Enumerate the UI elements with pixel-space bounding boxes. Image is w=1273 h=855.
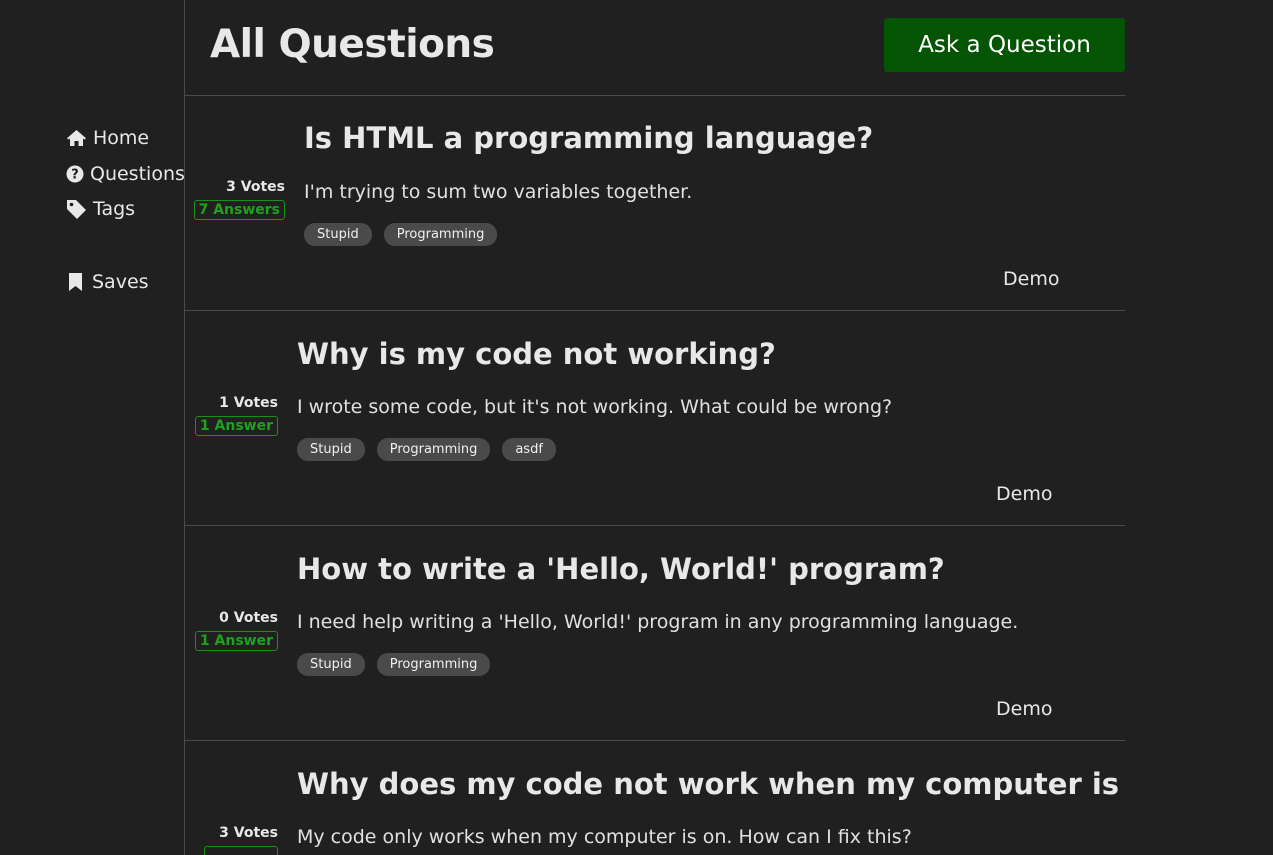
- question-stats: 1 Votes 1 Answer: [194, 395, 278, 436]
- sidebar: Home ? Questions Tags Saves: [0, 0, 185, 855]
- question-circle-icon: ?: [66, 165, 84, 183]
- question-card: 3 Votes 7 Answers Is HTML a programming …: [185, 96, 1125, 311]
- question-excerpt: I wrote some code, but it's not working.…: [297, 396, 893, 418]
- question-title[interactable]: Is HTML a programming language?: [304, 121, 873, 155]
- main-content: All Questions Ask a Question 3 Votes 7 A…: [185, 0, 1125, 855]
- sidebar-item-label: Home: [93, 127, 150, 149]
- sidebar-item-tags[interactable]: Tags: [66, 198, 135, 220]
- tag-pill[interactable]: asdf: [502, 438, 556, 461]
- tag-list: Stupid Programming: [297, 653, 491, 676]
- answer-count-badge: 1 Answer: [194, 416, 278, 436]
- tag-list: Stupid Programming: [304, 223, 498, 246]
- vote-count: 0 Votes: [219, 610, 278, 626]
- question-title[interactable]: Why is my code not working?: [297, 337, 776, 371]
- sidebar-item-label: Saves: [92, 271, 149, 293]
- question-excerpt: I need help writing a 'Hello, World!' pr…: [297, 611, 1019, 633]
- question-card: 0 Votes 1 Answer How to write a 'Hello, …: [185, 526, 1125, 741]
- vote-count: 1 Votes: [219, 395, 278, 411]
- question-stats: 0 Votes 1 Answer: [194, 610, 278, 651]
- question-title[interactable]: How to write a 'Hello, World!' program?: [297, 552, 945, 586]
- vote-count: 3 Votes: [219, 825, 278, 841]
- ask-question-button[interactable]: Ask a Question: [884, 18, 1125, 72]
- question-author[interactable]: Demo: [996, 698, 1052, 720]
- question-author[interactable]: Demo: [1003, 268, 1059, 290]
- sidebar-item-label: Questions: [90, 163, 185, 185]
- answer-count-badge: 1 Answer: [194, 631, 278, 651]
- sidebar-item-label: Tags: [93, 198, 136, 220]
- question-stats: 3 Votes 7 Answers: [193, 179, 285, 220]
- svg-text:?: ?: [71, 168, 79, 183]
- question-author[interactable]: Demo: [996, 483, 1052, 505]
- tag-list: Stupid Programming asdf: [297, 438, 556, 461]
- home-icon: [66, 129, 87, 147]
- vote-count: 3 Votes: [226, 179, 285, 195]
- question-title[interactable]: Why does my code not work when my comput…: [297, 767, 1125, 801]
- question-excerpt: My code only works when my computer is o…: [297, 826, 912, 848]
- question-card: 3 Votes Why does my code not work when m…: [185, 741, 1125, 855]
- sidebar-item-home[interactable]: Home: [66, 127, 149, 149]
- question-card: 1 Votes 1 Answer Why is my code not work…: [185, 311, 1125, 526]
- tag-pill[interactable]: Stupid: [304, 223, 372, 246]
- question-stats: 3 Votes: [204, 825, 278, 855]
- tag-pill[interactable]: Programming: [376, 438, 491, 461]
- tag-icon: [66, 199, 87, 219]
- tag-pill[interactable]: Programming: [376, 653, 491, 676]
- tag-pill[interactable]: Stupid: [297, 653, 365, 676]
- sidebar-item-questions[interactable]: ? Questions: [66, 163, 185, 185]
- sidebar-item-saves[interactable]: Saves: [66, 271, 149, 293]
- question-excerpt: I'm trying to sum two variables together…: [304, 181, 693, 203]
- answer-count-badge: [204, 846, 278, 855]
- tag-pill[interactable]: Stupid: [297, 438, 365, 461]
- page-title: All Questions: [210, 22, 495, 67]
- tag-pill[interactable]: Programming: [383, 223, 498, 246]
- bookmark-icon: [68, 272, 83, 292]
- answer-count-badge: 7 Answers: [193, 200, 285, 220]
